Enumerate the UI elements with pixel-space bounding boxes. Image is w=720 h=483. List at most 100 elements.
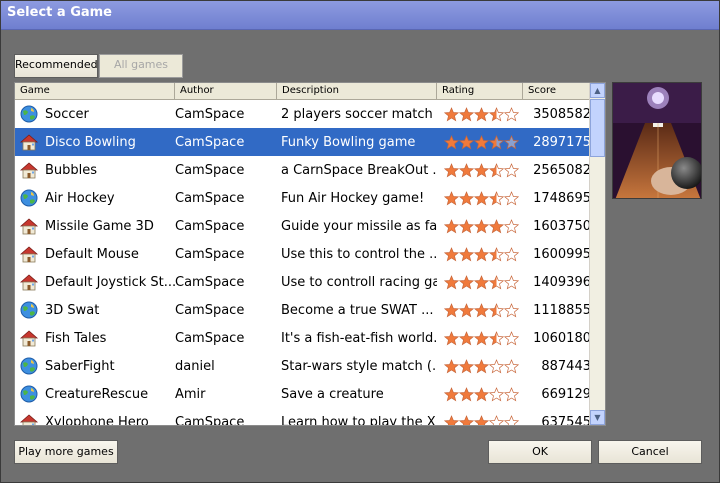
column-header-author[interactable]: Author: [175, 83, 277, 99]
cell-description: Save a creature: [281, 386, 384, 402]
star-icon: [474, 106, 489, 121]
games-table: Game Author Description Rating Score Soc…: [14, 82, 606, 426]
game-name: Xylophone Hero: [45, 414, 149, 426]
table-header: Game Author Description Rating Score: [15, 83, 591, 100]
star-icon: [474, 218, 489, 233]
table-row[interactable]: Fish Tales CamSpace It's a fish-eat-fish w…: [15, 324, 591, 352]
column-header-score[interactable]: Score: [523, 83, 591, 99]
star-icon: [444, 302, 459, 317]
cell-game: Fish Tales: [15, 328, 175, 348]
house-icon: [19, 134, 39, 151]
game-name: Missile Game 3D: [45, 218, 154, 234]
cell-rating: [437, 274, 523, 290]
cell-description: Use this to control the ...: [281, 246, 437, 262]
cell-game: Bubbles: [15, 160, 175, 180]
cell-score: 2565082: [533, 162, 591, 178]
cell-game: 3D Swat: [15, 300, 175, 320]
column-header-description[interactable]: Description: [277, 83, 437, 99]
bowling-preview-icon: [613, 83, 701, 198]
star-icon: [489, 246, 504, 261]
title-bar[interactable]: Select a Game: [1, 1, 719, 30]
star-icon: [489, 218, 504, 233]
cell-rating: [437, 414, 523, 425]
star-icon: [444, 414, 459, 425]
star-icon: [444, 330, 459, 345]
cell-game: Default Mouse: [15, 244, 175, 264]
cancel-button[interactable]: Cancel: [598, 440, 702, 464]
star-icon: [504, 386, 519, 401]
cell-game: Soccer: [15, 104, 175, 124]
cell-game: SaberFight: [15, 356, 175, 376]
cell-game: Missile Game 3D: [15, 216, 175, 236]
cell-score: 1603750: [533, 218, 591, 234]
house-icon: [19, 218, 39, 235]
table-row[interactable]: Bubbles CamSpace a CarnSpace BreakOut ... 2…: [15, 156, 591, 184]
star-icon: [474, 190, 489, 205]
game-name: Air Hockey: [45, 190, 115, 206]
star-icon: [474, 134, 489, 149]
cell-description: Funky Bowling game: [281, 134, 416, 150]
star-icon: [459, 218, 474, 233]
cell-score: 1409396: [533, 274, 591, 290]
cell-score: 669129: [541, 386, 591, 402]
star-icon: [459, 246, 474, 261]
cell-rating: [437, 218, 523, 234]
cell-author: CamSpace: [175, 330, 245, 346]
cell-rating: [437, 302, 523, 318]
cell-author: CamSpace: [175, 302, 245, 318]
table-row[interactable]: Air Hockey CamSpace Fun Air Hockey game! 17…: [15, 184, 591, 212]
scroll-down-icon[interactable]: ▼: [590, 410, 605, 425]
game-name: Disco Bowling: [45, 134, 136, 150]
vertical-scrollbar[interactable]: ▲ ▼: [589, 83, 605, 425]
table-row[interactable]: Soccer CamSpace 2 players soccer match 3508…: [15, 100, 591, 128]
column-header-game[interactable]: Game: [15, 83, 175, 99]
star-icon: [459, 106, 474, 121]
table-row[interactable]: Missile Game 3D CamSpace Guide your missil…: [15, 212, 591, 240]
cell-description: It's a fish-eat-fish world...!: [281, 330, 437, 346]
cell-author: CamSpace: [175, 134, 245, 150]
cell-rating: [437, 134, 523, 150]
cell-author: CamSpace: [175, 246, 245, 262]
star-icon: [504, 162, 519, 177]
star-icon: [444, 162, 459, 177]
game-name: CreatureRescue: [45, 386, 149, 402]
house-icon: [19, 274, 39, 291]
tab-recommended[interactable]: Recommended: [14, 54, 98, 78]
star-icon: [474, 246, 489, 261]
tab-all-games[interactable]: All games: [99, 54, 183, 78]
table-row[interactable]: Disco Bowling CamSpace Funky Bowling game 2…: [15, 128, 591, 156]
cell-author: CamSpace: [175, 414, 245, 426]
column-header-rating[interactable]: Rating: [437, 83, 523, 99]
star-icon: [504, 246, 519, 261]
star-icon: [474, 274, 489, 289]
cell-game: Disco Bowling: [15, 132, 175, 152]
game-name: SaberFight: [45, 358, 115, 374]
table-row[interactable]: Default Mouse CamSpace Use this to control…: [15, 240, 591, 268]
play-more-games-button[interactable]: Play more games: [14, 440, 118, 464]
table-row[interactable]: Xylophone Hero CamSpace Learn how to play …: [15, 408, 591, 426]
cell-score: 1118855: [533, 302, 591, 318]
scroll-up-icon[interactable]: ▲: [590, 83, 605, 98]
star-icon: [459, 162, 474, 177]
table-row[interactable]: CreatureRescue Amir Save a creature 669129: [15, 380, 591, 408]
cell-description: Guide your missile as fa...: [281, 218, 437, 234]
cell-description: Star-wars style match (...: [281, 358, 437, 374]
cell-score: 1600995: [533, 246, 591, 262]
table-row[interactable]: SaberFight daniel Star-wars style match (.…: [15, 352, 591, 380]
star-icon: [474, 302, 489, 317]
star-icon: [474, 386, 489, 401]
cell-author: CamSpace: [175, 106, 245, 122]
table-row[interactable]: Default Joystick St... CamSpace Use to con…: [15, 268, 591, 296]
star-icon: [474, 414, 489, 425]
table-row[interactable]: 3D Swat CamSpace Become a true SWAT ... 111…: [15, 296, 591, 324]
star-icon: [504, 274, 519, 289]
ok-button[interactable]: OK: [488, 440, 592, 464]
star-icon: [444, 246, 459, 261]
cell-score: 1748695: [533, 190, 591, 206]
cell-description: Become a true SWAT ...: [281, 302, 434, 318]
star-icon: [504, 218, 519, 233]
cell-score: 887443: [541, 358, 591, 374]
scroll-thumb[interactable]: [590, 99, 605, 157]
cell-score: 637545: [541, 414, 591, 426]
house-icon: [19, 330, 39, 347]
